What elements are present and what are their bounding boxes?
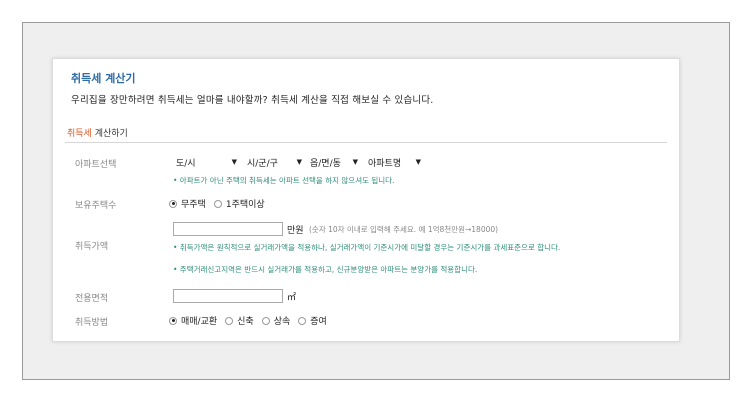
price-hint: (숫자 10자 이내로 입력해 주세요. 예 1억8천만원→18000): [309, 225, 499, 234]
method-option-gift-label: 증여: [310, 317, 327, 327]
owned-option-one-plus[interactable]: 1주택이상: [213, 197, 265, 210]
town-select-value: 읍/면/동: [310, 158, 341, 169]
section-heading: 취득세 계산하기: [67, 126, 128, 139]
section-heading-accent: 취득세: [67, 129, 92, 139]
area-unit: ㎡: [287, 293, 297, 303]
owned-option-none-label: 무주택: [181, 200, 206, 210]
section-heading-text: 계산하기: [91, 129, 128, 139]
apartment-name-select-value: 아파트명: [368, 158, 402, 169]
price-unit: 만원: [287, 226, 304, 236]
radio-button[interactable]: [298, 316, 307, 325]
city-select-value: 시/군/구: [247, 158, 278, 169]
method-label: 취득방법: [75, 318, 109, 328]
owned-houses-label: 보유주택수: [75, 201, 117, 211]
method-options: 매매/교환 신축 상속 증여: [169, 314, 335, 327]
method-option-trade[interactable]: 매매/교환: [169, 314, 217, 327]
radio-button-selected[interactable]: [169, 316, 177, 325]
calculator-panel: 취득세 계산기 우리집을 장만하려면 취득세는 얼마를 내야할까? 취득세 계산…: [52, 58, 680, 342]
price-note-1: • 취득가액은 원칙적으로 실거래가액을 적용하나, 실거래가액이 기준시가에 …: [173, 243, 561, 252]
owned-houses-options: 무주택 1주택이상: [169, 197, 273, 210]
page-title: 취득세 계산기: [71, 72, 136, 85]
province-select-value: 도/시: [176, 158, 196, 169]
method-option-inheritance[interactable]: 상속: [261, 314, 291, 327]
method-option-new-build[interactable]: 신축: [225, 314, 254, 327]
city-select[interactable]: 시/군/구 ▼: [245, 155, 304, 169]
method-option-gift[interactable]: 증여: [298, 314, 327, 327]
chevron-down-icon: ▼: [352, 158, 358, 166]
section-divider: [65, 142, 667, 143]
page-description: 우리집을 장만하려면 취득세는 얼마를 내야할까? 취득세 계산을 직접 해보실…: [71, 95, 434, 106]
province-select[interactable]: 도/시 ▼: [174, 155, 239, 169]
price-note-2: • 주택거래신고지역은 반드시 실거래가를 적용하고, 신규분양받은 아파트는 …: [173, 265, 478, 274]
chevron-down-icon: ▼: [415, 158, 421, 166]
radio-button[interactable]: [225, 316, 234, 325]
chevron-down-icon: ▼: [296, 158, 302, 166]
method-option-new-build-label: 신축: [237, 317, 254, 327]
area-label: 전용면적: [75, 294, 109, 304]
radio-button[interactable]: [261, 316, 270, 325]
owned-option-one-plus-label: 1주택이상: [225, 200, 265, 210]
radio-button[interactable]: [213, 199, 222, 208]
method-option-inheritance-label: 상속: [273, 317, 291, 327]
owned-option-none[interactable]: 무주택: [169, 197, 206, 210]
area-input[interactable]: [173, 289, 283, 303]
apartment-label: 아파트선택: [75, 160, 117, 170]
apartment-note: • 아파트가 아닌 주택의 취득세는 아파트 선택을 하지 않으셔도 됩니다.: [173, 176, 395, 185]
radio-button-selected[interactable]: [169, 199, 177, 208]
chevron-down-icon: ▼: [231, 158, 237, 166]
town-select[interactable]: 읍/면/동 ▼: [308, 155, 360, 169]
apartment-name-select[interactable]: 아파트명 ▼: [366, 155, 423, 169]
method-option-trade-label: 매매/교환: [181, 317, 218, 327]
price-input[interactable]: [173, 222, 283, 236]
price-label: 취득가액: [75, 242, 109, 252]
